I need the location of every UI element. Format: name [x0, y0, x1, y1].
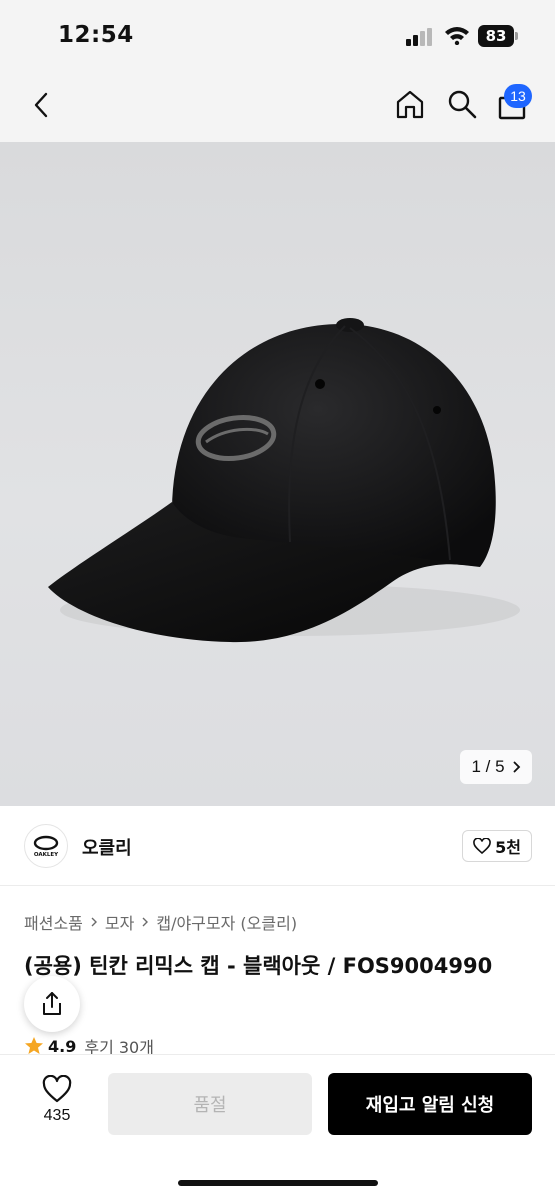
brand-name[interactable]: 오클리 [82, 834, 132, 860]
image-counter-text: 1 / 5 [471, 757, 505, 776]
cellular-signal-icon [406, 28, 434, 46]
chevron-right-icon [91, 917, 97, 927]
chevron-left-icon [34, 92, 48, 118]
brand-like-button[interactable]: 5천 [462, 830, 532, 862]
bottom-action-bar: 435 품절 재입고 알림 신청 [0, 1054, 555, 1200]
home-button[interactable] [390, 84, 430, 124]
breadcrumb: 패션소품 모자 캡/야구모자 (오클리) [24, 910, 297, 934]
product-cap-image [48, 318, 520, 643]
chevron-right-icon [513, 761, 520, 773]
share-button[interactable] [24, 976, 80, 1032]
breadcrumb-item[interactable]: 모자 [105, 910, 134, 934]
brand-logo-text: OAKLEY [34, 852, 59, 858]
heart-outline-icon [473, 838, 491, 854]
breadcrumb-item[interactable]: 캡/야구모자 (오클리) [156, 910, 297, 934]
back-button[interactable] [22, 86, 60, 124]
search-button[interactable] [442, 84, 482, 124]
brand-logo[interactable]: OAKLEY [24, 824, 68, 868]
breadcrumb-item[interactable]: 패션소품 [24, 910, 83, 934]
brand-like-count: 5천 [495, 838, 521, 857]
wifi-icon [444, 25, 470, 49]
brand-row[interactable]: OAKLEY 오클리 5천 [0, 806, 555, 886]
star-icon [25, 1037, 43, 1054]
oakley-logo-icon: OAKLEY [33, 835, 59, 858]
status-time: 12:54 [58, 22, 134, 48]
rating-row[interactable]: 4.9 후기 30개 [24, 1036, 154, 1056]
home-icon [396, 90, 424, 119]
restock-alert-button[interactable]: 재입고 알림 신청 [328, 1073, 532, 1135]
battery-tip [515, 32, 518, 40]
product-image[interactable] [0, 142, 555, 806]
search-icon [448, 90, 477, 119]
soldout-button: 품절 [108, 1073, 312, 1135]
image-pager[interactable]: 1 / 5 [460, 750, 532, 784]
home-indicator [178, 1180, 378, 1186]
wishlist-count: 435 [43, 1107, 71, 1124]
product-title: (공용) 틴칸 리믹스 캡 - 블랙아웃 / FOS9004990 [24, 954, 493, 978]
cart-count-badge: 13 [504, 84, 532, 108]
review-count[interactable]: 후기 30개 [84, 1036, 154, 1056]
battery-indicator: 83 [478, 25, 514, 47]
top-nav [0, 70, 555, 142]
share-icon [43, 992, 61, 1015]
wishlist-button[interactable]: 435 [24, 1075, 90, 1137]
chevron-right-icon [142, 917, 149, 927]
heart-outline-icon [42, 1075, 72, 1103]
status-bar: 12:54 83 [0, 0, 555, 70]
rating-value: 4.9 [48, 1036, 77, 1056]
